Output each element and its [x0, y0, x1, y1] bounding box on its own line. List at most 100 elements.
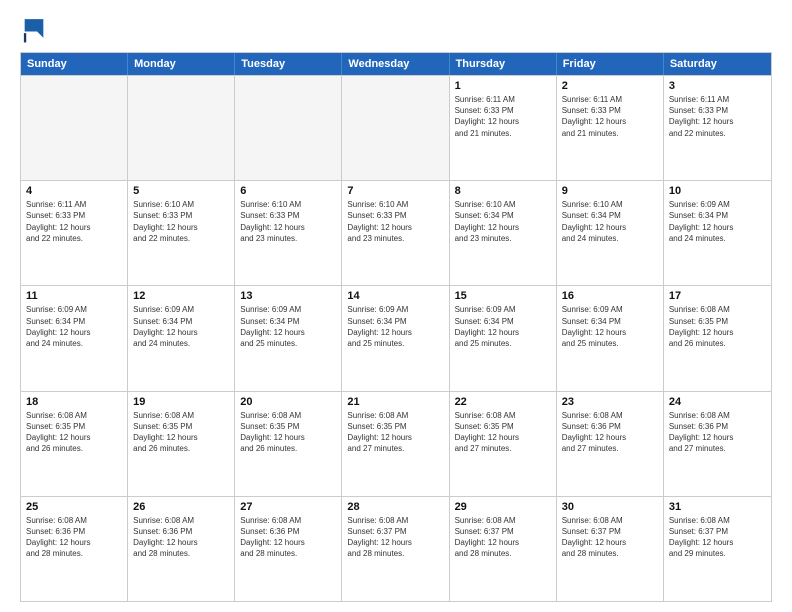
day-cell-29: 29 Sunrise: 6:08 AMSunset: 6:37 PMDayligh… — [450, 497, 557, 601]
day-cell-31: 31 Sunrise: 6:08 AMSunset: 6:37 PMDayligh… — [664, 497, 771, 601]
day-number: 15 — [455, 290, 551, 302]
day-number: 9 — [562, 185, 658, 197]
day-number: 16 — [562, 290, 658, 302]
day-cell-2: 2 Sunrise: 6:11 AMSunset: 6:33 PMDaylight… — [557, 76, 664, 180]
day-info: Sunrise: 6:09 AMSunset: 6:34 PMDaylight:… — [347, 304, 443, 349]
day-info: Sunrise: 6:08 AMSunset: 6:37 PMDaylight:… — [562, 515, 658, 560]
day-cell-1: 1 Sunrise: 6:11 AMSunset: 6:33 PMDaylight… — [450, 76, 557, 180]
day-number: 12 — [133, 290, 229, 302]
day-number: 4 — [26, 185, 122, 197]
day-info: Sunrise: 6:09 AMSunset: 6:34 PMDaylight:… — [669, 199, 766, 244]
page: SundayMondayTuesdayWednesdayThursdayFrid… — [0, 0, 792, 612]
day-cell-15: 15 Sunrise: 6:09 AMSunset: 6:34 PMDayligh… — [450, 286, 557, 390]
day-info: Sunrise: 6:08 AMSunset: 6:37 PMDaylight:… — [347, 515, 443, 560]
week-row-2: 4 Sunrise: 6:11 AMSunset: 6:33 PMDaylight… — [21, 180, 771, 285]
week-row-4: 18 Sunrise: 6:08 AMSunset: 6:35 PMDayligh… — [21, 391, 771, 496]
day-info: Sunrise: 6:08 AMSunset: 6:37 PMDaylight:… — [669, 515, 766, 560]
day-cell-14: 14 Sunrise: 6:09 AMSunset: 6:34 PMDayligh… — [342, 286, 449, 390]
header-day-thursday: Thursday — [450, 53, 557, 75]
day-number: 20 — [240, 396, 336, 408]
empty-cell — [235, 76, 342, 180]
day-cell-11: 11 Sunrise: 6:09 AMSunset: 6:34 PMDayligh… — [21, 286, 128, 390]
empty-cell — [21, 76, 128, 180]
day-number: 22 — [455, 396, 551, 408]
day-cell-12: 12 Sunrise: 6:09 AMSunset: 6:34 PMDayligh… — [128, 286, 235, 390]
logo — [20, 16, 52, 44]
day-cell-19: 19Sunrise: 6:08 AMSunset: 6:35 PMDayligh… — [128, 392, 235, 496]
day-info: Sunrise: 6:08 AMSunset: 6:35 PMDaylight:… — [455, 410, 551, 455]
day-cell-20: 20 Sunrise: 6:08 AMSunset: 6:35 PMDayligh… — [235, 392, 342, 496]
day-cell-17: 17Sunrise: 6:08 AMSunset: 6:35 PMDayligh… — [664, 286, 771, 390]
day-info: Sunrise: 6:08 AMSunset: 6:36 PMDaylight:… — [133, 515, 229, 560]
day-number: 8 — [455, 185, 551, 197]
day-info: Sunrise: 6:11 AMSunset: 6:33 PMDaylight:… — [562, 94, 658, 139]
day-cell-13: 13 Sunrise: 6:09 AMSunset: 6:34 PMDayligh… — [235, 286, 342, 390]
day-number: 1 — [455, 80, 551, 92]
day-cell-27: 27 Sunrise: 6:08 AMSunset: 6:36 PMDayligh… — [235, 497, 342, 601]
day-number: 3 — [669, 80, 766, 92]
day-info: Sunrise: 6:08 AMSunset: 6:35 PMDaylight:… — [133, 410, 229, 455]
calendar-header: SundayMondayTuesdayWednesdayThursdayFrid… — [21, 53, 771, 75]
day-info: Sunrise: 6:08 AMSunset: 6:35 PMDaylight:… — [240, 410, 336, 455]
day-number: 2 — [562, 80, 658, 92]
day-info: Sunrise: 6:08 AMSunset: 6:36 PMDaylight:… — [669, 410, 766, 455]
day-cell-24: 24 Sunrise: 6:08 AMSunset: 6:36 PMDayligh… — [664, 392, 771, 496]
day-info: Sunrise: 6:10 AMSunset: 6:34 PMDaylight:… — [455, 199, 551, 244]
day-number: 31 — [669, 501, 766, 513]
day-info: Sunrise: 6:10 AMSunset: 6:33 PMDaylight:… — [240, 199, 336, 244]
day-cell-16: 16 Sunrise: 6:09 AMSunset: 6:34 PMDayligh… — [557, 286, 664, 390]
day-info: Sunrise: 6:10 AMSunset: 6:33 PMDaylight:… — [347, 199, 443, 244]
week-row-5: 25 Sunrise: 6:08 AMSunset: 6:36 PMDayligh… — [21, 496, 771, 601]
week-row-3: 11 Sunrise: 6:09 AMSunset: 6:34 PMDayligh… — [21, 285, 771, 390]
day-info: Sunrise: 6:09 AMSunset: 6:34 PMDaylight:… — [455, 304, 551, 349]
empty-cell — [128, 76, 235, 180]
day-info: Sunrise: 6:08 AMSunset: 6:37 PMDaylight:… — [455, 515, 551, 560]
day-cell-10: 10Sunrise: 6:09 AMSunset: 6:34 PMDayligh… — [664, 181, 771, 285]
day-cell-7: 7Sunrise: 6:10 AMSunset: 6:33 PMDaylight… — [342, 181, 449, 285]
header-day-saturday: Saturday — [664, 53, 771, 75]
day-number: 5 — [133, 185, 229, 197]
day-info: Sunrise: 6:10 AMSunset: 6:33 PMDaylight:… — [133, 199, 229, 244]
day-info: Sunrise: 6:08 AMSunset: 6:36 PMDaylight:… — [26, 515, 122, 560]
day-info: Sunrise: 6:09 AMSunset: 6:34 PMDaylight:… — [562, 304, 658, 349]
day-number: 23 — [562, 396, 658, 408]
day-cell-21: 21 Sunrise: 6:08 AMSunset: 6:35 PMDayligh… — [342, 392, 449, 496]
day-number: 18 — [26, 396, 122, 408]
day-number: 29 — [455, 501, 551, 513]
day-info: Sunrise: 6:11 AMSunset: 6:33 PMDaylight:… — [455, 94, 551, 139]
day-number: 13 — [240, 290, 336, 302]
day-number: 24 — [669, 396, 766, 408]
empty-cell — [342, 76, 449, 180]
day-number: 21 — [347, 396, 443, 408]
day-cell-25: 25 Sunrise: 6:08 AMSunset: 6:36 PMDayligh… — [21, 497, 128, 601]
day-number: 30 — [562, 501, 658, 513]
day-info: Sunrise: 6:08 AMSunset: 6:36 PMDaylight:… — [240, 515, 336, 560]
header-day-sunday: Sunday — [21, 53, 128, 75]
day-info: Sunrise: 6:09 AMSunset: 6:34 PMDaylight:… — [26, 304, 122, 349]
day-cell-3: 3 Sunrise: 6:11 AMSunset: 6:33 PMDaylight… — [664, 76, 771, 180]
day-info: Sunrise: 6:11 AMSunset: 6:33 PMDaylight:… — [26, 199, 122, 244]
calendar-body: 1 Sunrise: 6:11 AMSunset: 6:33 PMDaylight… — [21, 75, 771, 601]
day-cell-8: 8 Sunrise: 6:10 AMSunset: 6:34 PMDaylight… — [450, 181, 557, 285]
day-info: Sunrise: 6:11 AMSunset: 6:33 PMDaylight:… — [669, 94, 766, 139]
day-number: 11 — [26, 290, 122, 302]
header — [20, 16, 772, 44]
day-info: Sunrise: 6:08 AMSunset: 6:35 PMDaylight:… — [26, 410, 122, 455]
day-cell-18: 18 Sunrise: 6:08 AMSunset: 6:35 PMDayligh… — [21, 392, 128, 496]
day-info: Sunrise: 6:10 AMSunset: 6:34 PMDaylight:… — [562, 199, 658, 244]
day-number: 14 — [347, 290, 443, 302]
day-cell-6: 6 Sunrise: 6:10 AMSunset: 6:33 PMDaylight… — [235, 181, 342, 285]
day-info: Sunrise: 6:08 AMSunset: 6:35 PMDaylight:… — [347, 410, 443, 455]
day-info: Sunrise: 6:09 AMSunset: 6:34 PMDaylight:… — [133, 304, 229, 349]
day-cell-22: 22 Sunrise: 6:08 AMSunset: 6:35 PMDayligh… — [450, 392, 557, 496]
day-cell-30: 30 Sunrise: 6:08 AMSunset: 6:37 PMDayligh… — [557, 497, 664, 601]
header-day-wednesday: Wednesday — [342, 53, 449, 75]
calendar: SundayMondayTuesdayWednesdayThursdayFrid… — [20, 52, 772, 602]
header-day-tuesday: Tuesday — [235, 53, 342, 75]
day-number: 27 — [240, 501, 336, 513]
day-number: 25 — [26, 501, 122, 513]
day-number: 6 — [240, 185, 336, 197]
day-cell-26: 26Sunrise: 6:08 AMSunset: 6:36 PMDayligh… — [128, 497, 235, 601]
day-info: Sunrise: 6:09 AMSunset: 6:34 PMDaylight:… — [240, 304, 336, 349]
day-info: Sunrise: 6:08 AMSunset: 6:36 PMDaylight:… — [562, 410, 658, 455]
